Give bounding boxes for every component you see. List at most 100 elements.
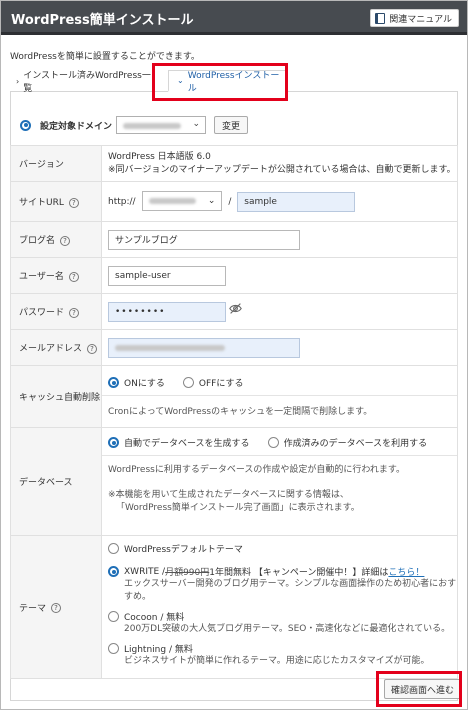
password-label-cell: パスワード? (10, 293, 102, 330)
password-cell: •••••••• (101, 293, 458, 330)
database-note-1: WordPressに利用するデータベースの作成や設定が自動的に行われます。 (108, 465, 406, 475)
blog-name-cell: サンプルブログ (101, 221, 458, 258)
eye-slash-icon[interactable] (229, 302, 242, 315)
row-version: バージョン WordPress 日本語版 6.0 ※同バージョンのマイナーアップ… (10, 145, 458, 182)
theme-lightning-radio[interactable] (108, 643, 119, 654)
theme-lightning-name: Lightning / 無料 (124, 645, 193, 655)
change-domain-button[interactable]: 変更 (214, 116, 249, 134)
email-cell (101, 329, 458, 366)
highlight-box-confirm (376, 671, 462, 707)
theme-lightning-option: Lightning / 無料 (108, 642, 457, 655)
cache-off-label: OFFにする (198, 379, 244, 389)
theme-label-cell: テーマ? (10, 535, 102, 679)
theme-cell: WordPressデフォルトテーマ XWRITE / 月額990円 1年間無料 … (101, 535, 458, 679)
cache-note: CronによってWordPressのキャッシュを一定間隔で削除します。 (108, 407, 373, 417)
version-note: ※同バージョンのマイナーアップデートが公開されている場合は、自動で更新します。 (108, 164, 456, 175)
blog-name-label: ブログ名 (19, 236, 56, 246)
cache-label: キャッシュ自動削除 (10, 365, 102, 428)
email-label-cell: メールアドレス? (10, 329, 102, 366)
email-input[interactable] (108, 337, 300, 358)
help-icon[interactable]: ? (60, 235, 71, 246)
install-form: バージョン WordPress 日本語版 6.0 ※同バージョンのマイナーアップ… (10, 145, 458, 679)
user-name-label: ユーザー名 (19, 272, 64, 282)
row-site-url: サイトURL? http:// ⌄ / sample (10, 181, 458, 222)
cache-options: ONにする OFFにする (108, 376, 457, 389)
row-cache: キャッシュ自動削除 ONにする OFFにする CronによってWordPress… (10, 365, 458, 428)
domain-row: 設定対象ドメイン ⌄ 変更 (20, 114, 249, 136)
intro-text: WordPressを簡単に設置することができます。 (10, 52, 200, 62)
blog-name-label-cell: ブログ名? (10, 221, 102, 258)
page-title: WordPress簡単インストール (11, 13, 194, 28)
theme-xwrite-radio[interactable] (108, 566, 119, 577)
manual-button-label: 関連マニュアル (389, 14, 452, 25)
theme-xwrite-link[interactable]: こちら！ (388, 565, 424, 578)
user-name-label-cell: ユーザー名? (10, 257, 102, 294)
cache-on-label: ONにする (124, 379, 165, 389)
database-options: 自動でデータベースを生成する 作成済みのデータベースを利用する (108, 436, 457, 449)
domain-select-value (123, 123, 182, 129)
theme-default-radio[interactable] (108, 543, 119, 554)
user-name-input[interactable]: sample-user (108, 265, 226, 286)
manual-button[interactable]: 関連マニュアル (370, 9, 459, 27)
theme-lightning-desc: ビジネスサイトが簡単に作れるテーマ。用途に応じたカスタマイズが可能。 (124, 656, 430, 666)
help-icon[interactable]: ? (69, 307, 80, 318)
url-slash: / (228, 197, 232, 207)
password-input[interactable]: •••••••• (108, 301, 226, 322)
divider (102, 395, 457, 396)
theme-cocoon-desc: 200万DL突破の大人気ブログ用テーマ。SEO・高速化などに最適化されている。 (124, 624, 451, 634)
user-name-cell: sample-user (101, 257, 458, 294)
version-value: WordPress 日本語版 6.0 (108, 151, 211, 162)
theme-default-label: WordPressデフォルトテーマ (124, 545, 243, 555)
row-email: メールアドレス? (10, 329, 458, 366)
theme-cocoon-radio[interactable] (108, 611, 119, 622)
cache-on-radio[interactable] (108, 377, 119, 388)
cache-off-radio[interactable] (182, 377, 194, 388)
row-blog-name: ブログ名? サンプルブログ (10, 221, 458, 258)
theme-label: テーマ (19, 603, 47, 614)
database-auto-radio[interactable] (108, 437, 119, 448)
url-domain-value (149, 198, 196, 204)
chevron-right-icon: › (16, 76, 20, 86)
theme-xwrite-option: XWRITE / 月額990円 1年間無料 【キャンペーン開催中！】詳細は こちら… (108, 565, 457, 578)
help-icon[interactable]: ? (68, 271, 79, 282)
database-cell: 自動でデータベースを生成する 作成済みのデータベースを利用する WordPres… (101, 427, 458, 536)
help-icon[interactable]: ? (68, 197, 79, 208)
url-path-input[interactable]: sample (237, 192, 356, 212)
help-icon[interactable]: ? (51, 603, 62, 613)
cache-cell: ONにする OFFにする CronによってWordPressのキャッシュを一定間… (101, 365, 458, 428)
theme-cocoon-option: Cocoon / 無料 (108, 610, 457, 623)
database-label: データベース (10, 427, 102, 536)
header-bar: WordPress簡単インストール 関連マニュアル (1, 1, 467, 35)
database-existing-label: 作成済みのデータベースを利用する (283, 439, 428, 449)
row-theme: テーマ? WordPressデフォルトテーマ XWRITE / 月額990円 1… (10, 535, 458, 679)
select-arrow-icon: ⌄ (192, 119, 201, 129)
theme-xwrite-name: XWRITE / (124, 566, 166, 577)
theme-xwrite-desc: エックスサーバー開発のブログ用テーマ。シンプルな画面操作のため初心者におすすめ。 (124, 579, 457, 602)
help-icon[interactable]: ? (87, 343, 98, 354)
email-value (115, 344, 225, 351)
version-cell: WordPress 日本語版 6.0 ※同バージョンのマイナーアップデートが公開… (101, 145, 458, 182)
book-icon (375, 12, 386, 24)
domain-select[interactable]: ⌄ (116, 116, 207, 134)
row-user-name: ユーザー名? sample-user (10, 257, 458, 294)
database-auto-label: 自動でデータベースを生成する (124, 439, 250, 449)
version-label: バージョン (10, 145, 102, 182)
row-database: データベース 自動でデータベースを生成する 作成済みのデータベースを利用する W… (10, 427, 458, 536)
password-label: パスワード (19, 308, 65, 318)
tab-installed-list[interactable]: › インストール済みWordPress一覧 (10, 70, 152, 94)
domain-label: 設定対象ドメイン (40, 121, 113, 132)
theme-cocoon-name: Cocoon / 無料 (124, 613, 185, 623)
site-url-label: サイトURL (19, 198, 64, 208)
domain-radio[interactable] (20, 119, 31, 131)
theme-xwrite-old-price: 月額990円 (165, 568, 210, 578)
site-url-cell: http:// ⌄ / sample (101, 181, 458, 222)
url-scheme: http:// (108, 197, 136, 207)
theme-default-option: WordPressデフォルトテーマ (108, 542, 457, 555)
database-existing-radio[interactable] (267, 437, 279, 448)
site-url-label-cell: サイトURL? (10, 181, 102, 222)
divider (102, 455, 457, 456)
database-note-2: ※本機能を用いて生成されたデータベースに関する情報は、 (108, 490, 349, 500)
url-domain-select[interactable]: ⌄ (142, 191, 223, 211)
blog-name-input[interactable]: サンプルブログ (108, 229, 300, 250)
database-note-3: 「WordPress簡単インストール完了画面」に表示されます。 (116, 503, 360, 513)
